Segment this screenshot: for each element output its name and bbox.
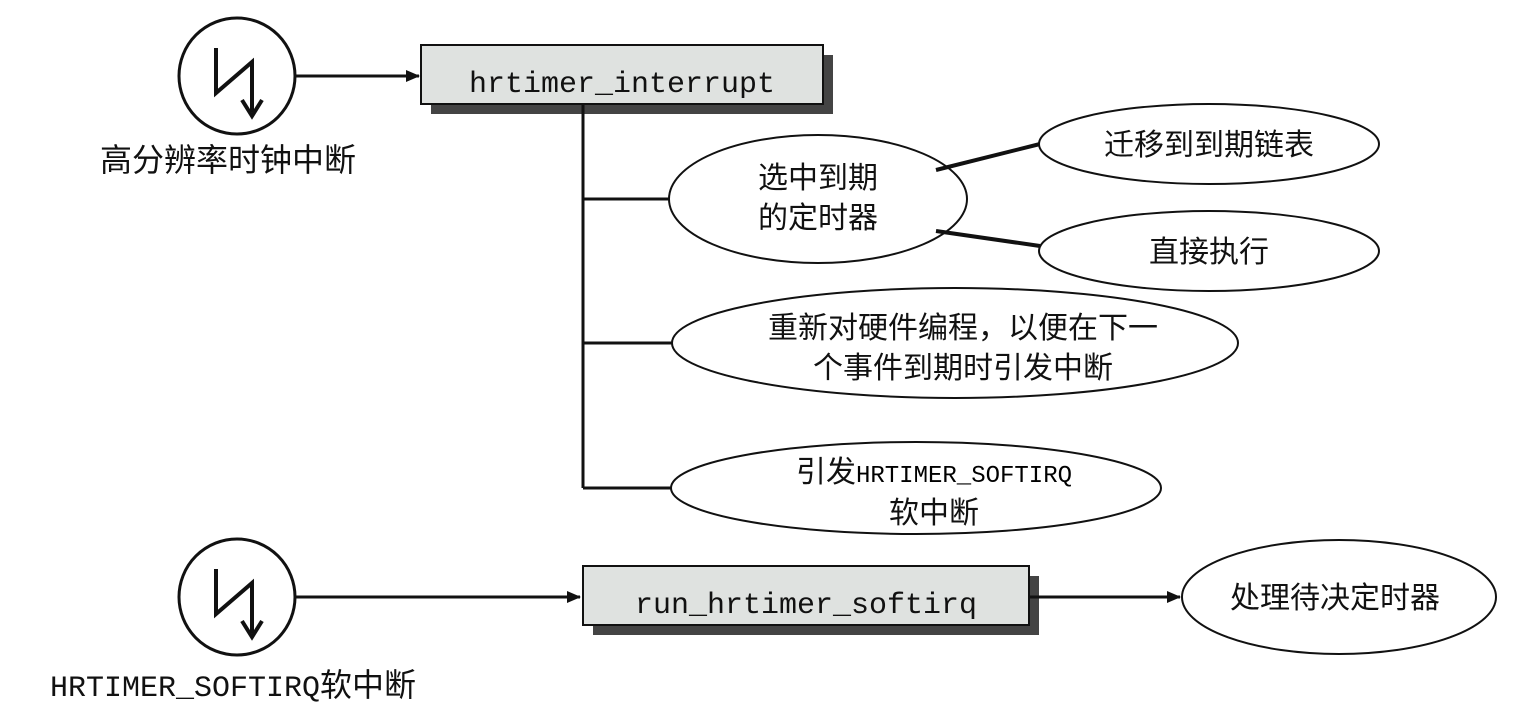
top-interrupt-caption: 高分辨率时钟中断 — [100, 141, 356, 179]
pending-timers-ellipse: 处理待决定时器 — [1181, 539, 1497, 655]
connector-select-to-migrate — [935, 142, 1041, 172]
select-expired-ellipse: 选中到期 的定时器 — [668, 134, 968, 264]
migrate-label: 迁移到到期链表 — [1104, 128, 1314, 163]
hrtimer-interrupt-label: hrtimer_interrupt — [469, 68, 775, 102]
hrtimer-flow-diagram: 高分辨率时钟中断 hrtimer_interrupt 选中到期 的定时器 迁移到… — [50, 16, 1497, 706]
reprogram-line2: 个事件到期时引发中断 — [813, 351, 1113, 386]
select-expired-line1: 选中到期 — [758, 161, 878, 196]
top-interrupt-icon — [177, 16, 297, 136]
select-expired-line2: 的定时器 — [758, 201, 878, 236]
pending-timers-label: 处理待决定时器 — [1230, 581, 1440, 616]
bottom-interrupt-icon — [177, 537, 297, 657]
run-hrtimer-softirq-box: run_hrtimer_softirq — [582, 565, 1039, 635]
run-hrtimer-softirq-label: run_hrtimer_softirq — [635, 589, 977, 623]
raise-softirq-prefix: 引发 — [796, 455, 856, 490]
reprogram-ellipse: 重新对硬件编程，以便在下一 个事件到期时引发中断 — [671, 287, 1239, 399]
execute-ellipse: 直接执行 — [1038, 210, 1380, 292]
connector-select-to-execute — [935, 229, 1041, 248]
raise-softirq-ellipse: 引发HRTIMER_SOFTIRQ 软中断 — [670, 441, 1162, 535]
execute-label: 直接执行 — [1149, 235, 1269, 270]
bottom-interrupt-caption-code: HRTIMER_SOFTIRQ — [50, 672, 320, 706]
hrtimer-interrupt-box: hrtimer_interrupt — [420, 44, 833, 114]
bottom-interrupt-caption: HRTIMER_SOFTIRQ软中断 — [50, 666, 416, 706]
bottom-interrupt-caption-suffix: 软中断 — [320, 666, 416, 704]
branch-connectors — [581, 104, 674, 490]
reprogram-line1: 重新对硬件编程，以便在下一 — [768, 311, 1158, 346]
migrate-ellipse: 迁移到到期链表 — [1038, 103, 1380, 185]
raise-softirq-line2: 软中断 — [889, 496, 979, 531]
raise-softirq-code: HRTIMER_SOFTIRQ — [856, 463, 1072, 490]
